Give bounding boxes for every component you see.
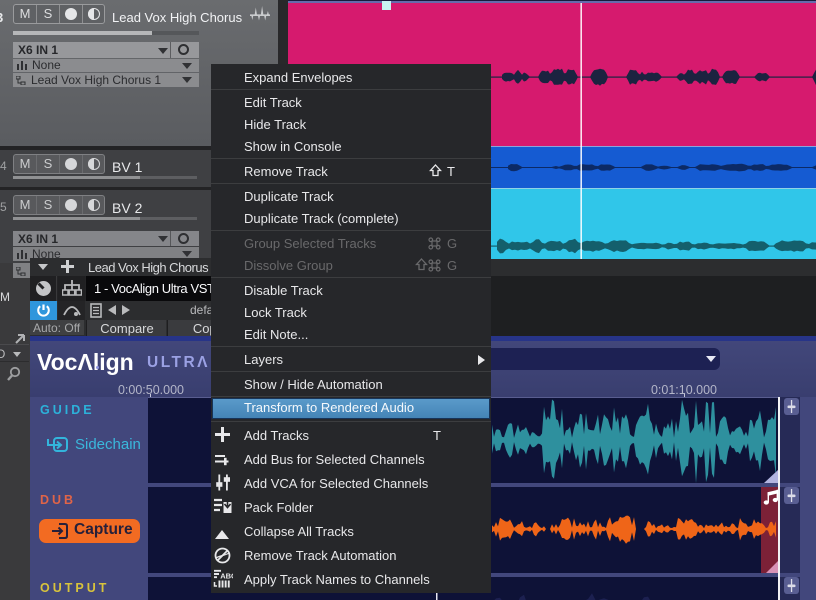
svg-text:ABC: ABC <box>220 572 233 581</box>
